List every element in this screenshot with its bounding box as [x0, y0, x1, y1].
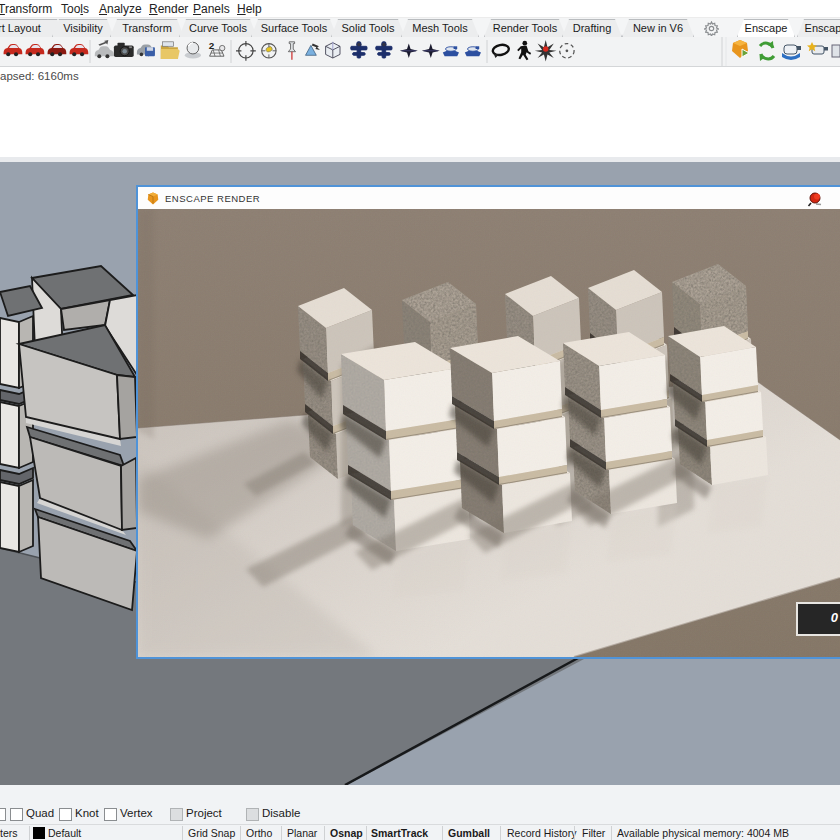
svg-text:2: 2: [209, 40, 215, 51]
